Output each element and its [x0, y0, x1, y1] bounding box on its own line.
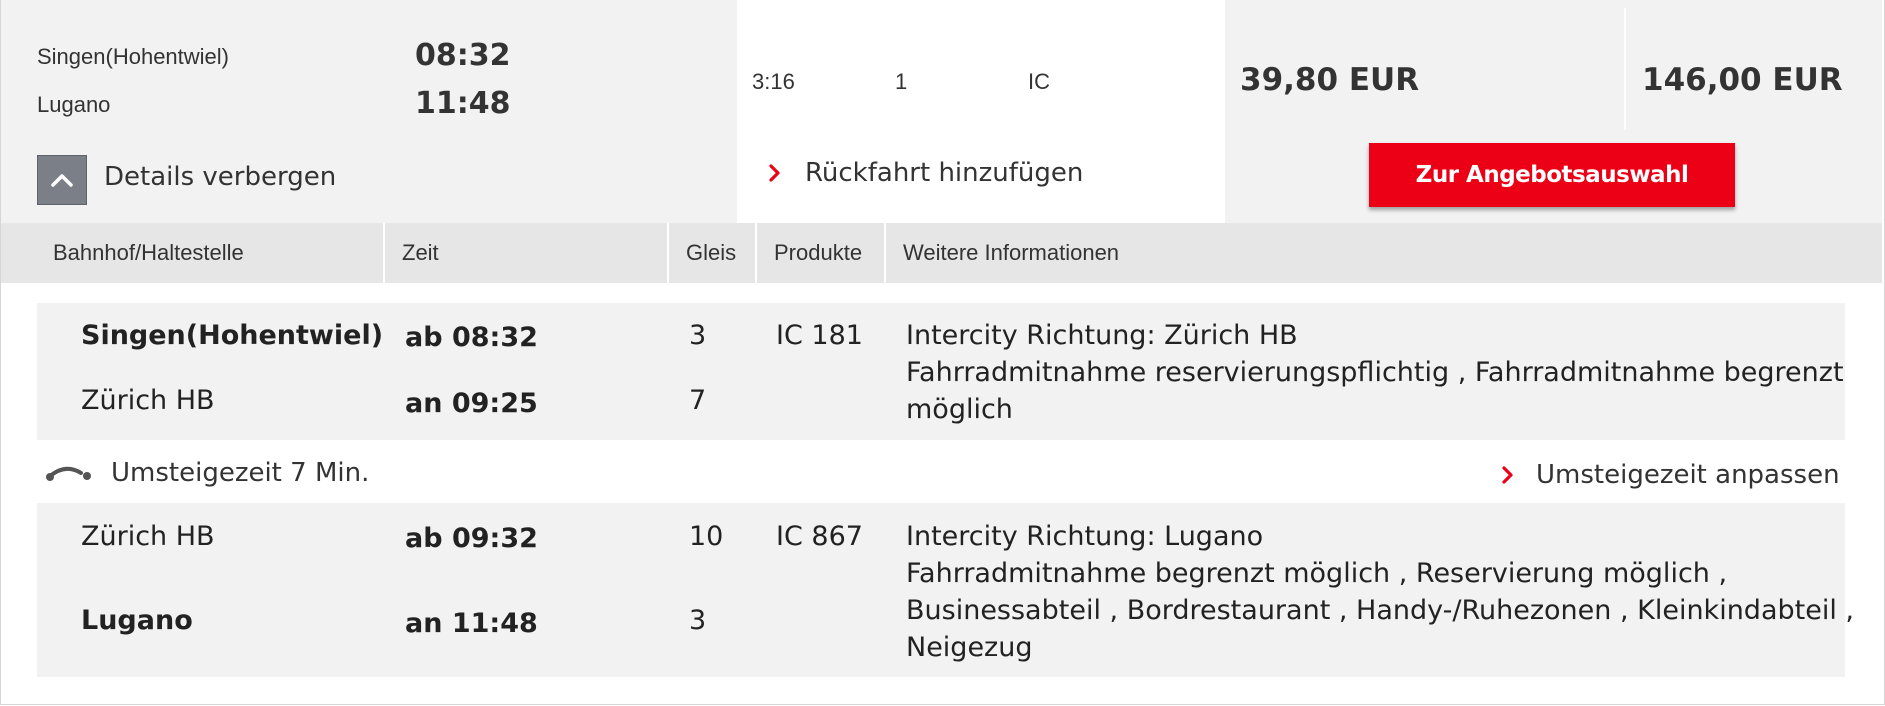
- leg-1-to-station: Zürich HB: [81, 385, 215, 416]
- price-first-class[interactable]: 146,00 EUR: [1642, 62, 1843, 98]
- leg-1-info-line: möglich: [906, 394, 1013, 425]
- leg-1-product[interactable]: IC 181: [776, 320, 863, 351]
- header-platform: Gleis: [686, 240, 737, 265]
- header-products: Produkte: [774, 240, 863, 265]
- leg-2-arr-platform: 3: [689, 605, 707, 636]
- transfer-walk-icon: [46, 466, 91, 481]
- transfer-row: Umsteigezeit 7 Min.: [45, 458, 369, 488]
- price-flexpreis[interactable]: 39,80 EUR: [1240, 62, 1419, 98]
- chevron-right-icon: [769, 164, 780, 182]
- summary-duration: 3:16: [752, 69, 795, 94]
- leg-2-arrival: an 11:48: [405, 608, 538, 639]
- price-divider: [1624, 8, 1626, 130]
- leg-2-info-line: Neigezug: [906, 632, 1033, 663]
- leg-2-info-line: Intercity Richtung: Lugano: [906, 521, 1264, 552]
- leg-1-arrival: an 09:25: [405, 388, 538, 419]
- summary-to-station: Lugano: [37, 92, 111, 117]
- adjust-transfer-label: Umsteigezeit anpassen: [1536, 460, 1840, 490]
- return-trip-link[interactable]: Rückfahrt hinzufügen: [765, 158, 1083, 188]
- leg-1-arr-platform: 7: [689, 385, 707, 416]
- leg-1-info-line: Fahrradmitnahme reservierungspflichtig ,…: [906, 357, 1844, 388]
- column-separator: [383, 223, 385, 283]
- leg-2-departure: ab 09:32: [405, 523, 538, 554]
- header-station: Bahnhof/Haltestelle: [53, 240, 244, 265]
- transfer-time-label: Umsteigezeit 7 Min.: [111, 458, 370, 488]
- leg-1-dep-platform: 3: [689, 320, 707, 351]
- column-separator: [755, 223, 757, 283]
- chevron-right-icon: [1502, 466, 1513, 484]
- details-toggle-button[interactable]: [37, 155, 87, 205]
- leg-1-departure: ab 08:32: [405, 322, 538, 353]
- leg-2-info-line: Businessabteil , Bordrestaurant , Handy-…: [906, 595, 1854, 626]
- leg-2-from-station: Zürich HB: [81, 521, 215, 552]
- summary-changes: 1: [895, 69, 908, 94]
- column-separator: [884, 223, 886, 283]
- offer-selection-button[interactable]: Zur Angebotsauswahl: [1369, 143, 1735, 207]
- chevron-up-icon: [51, 174, 73, 187]
- leg-2-product[interactable]: IC 867: [776, 521, 863, 552]
- leg-2-to-station: Lugano: [81, 605, 193, 636]
- summary-departure-time: 08:32: [415, 38, 511, 73]
- leg-2-info-line: Fahrradmitnahme begrenzt möglich , Reser…: [906, 558, 1728, 589]
- summary-from-station: Singen(Hohentwiel): [37, 44, 229, 69]
- leg-1-info-line: Intercity Richtung: Zürich HB: [906, 320, 1298, 351]
- leg-1-from-station: Singen(Hohentwiel): [81, 320, 384, 351]
- header-time: Zeit: [402, 240, 439, 265]
- adjust-transfer-link[interactable]: Umsteigezeit anpassen: [1498, 460, 1840, 490]
- header-info: Weitere Informationen: [903, 240, 1120, 265]
- return-trip-label: Rückfahrt hinzufügen: [805, 158, 1084, 188]
- summary-arrival-time: 11:48: [415, 86, 511, 121]
- details-toggle-label[interactable]: Details verbergen: [104, 162, 336, 192]
- column-separator: [667, 223, 669, 283]
- leg-2-dep-platform: 10: [689, 521, 724, 552]
- summary-products: IC: [1028, 69, 1050, 94]
